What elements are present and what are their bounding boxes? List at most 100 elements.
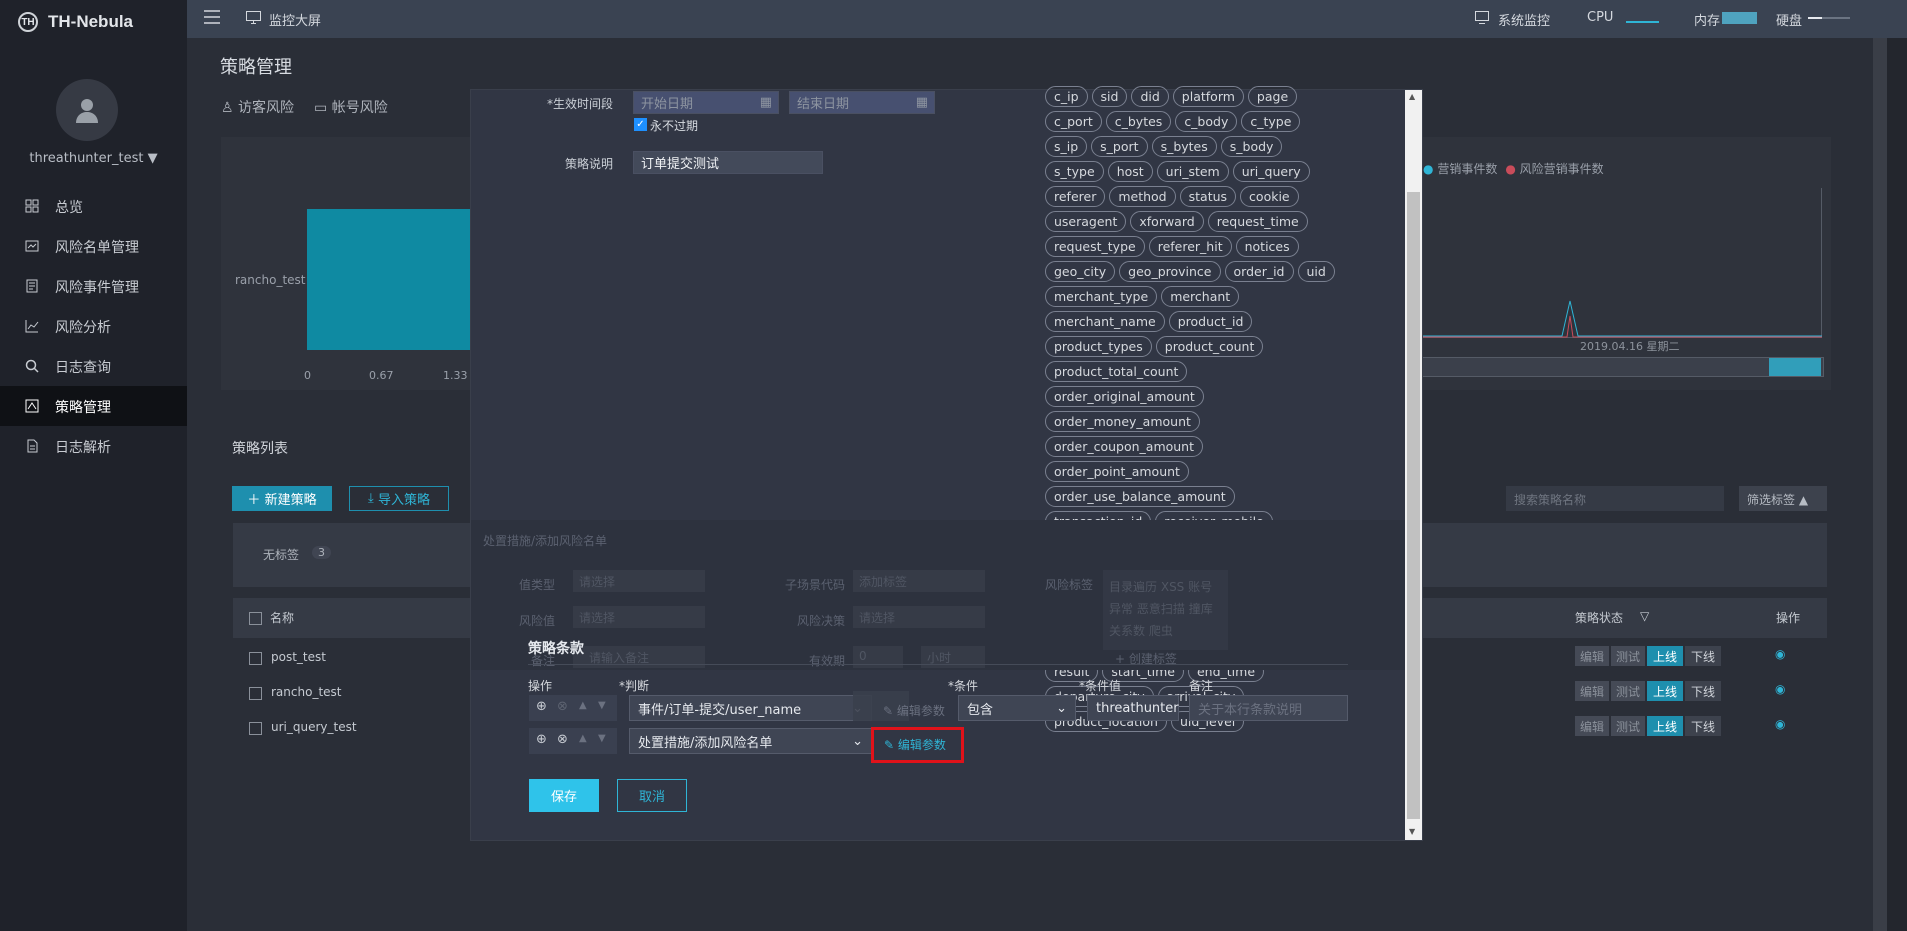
tab-account-risk[interactable]: ▭ 帐号风险 (314, 97, 388, 127)
field-tag[interactable]: s_type (1045, 161, 1104, 182)
tag-chip[interactable]: 关系数 (1109, 624, 1145, 638)
tag-chip[interactable]: 目录遍历 (1109, 580, 1157, 594)
timeline-range-slider[interactable] (1422, 357, 1824, 377)
field-tag[interactable]: status (1179, 186, 1237, 207)
field-tag[interactable]: did (1131, 86, 1169, 107)
field-tag[interactable]: useragent (1045, 211, 1127, 232)
field-tag[interactable]: merchant_type (1045, 286, 1158, 307)
field-tag[interactable]: merchant_name (1045, 311, 1165, 332)
field-tag[interactable]: referer (1045, 186, 1106, 207)
tab-visitor-risk[interactable]: ♙ 访客风险 (221, 97, 294, 127)
field-tag[interactable]: request_type (1045, 236, 1145, 257)
start-date-input[interactable]: 开始日期 ▦ (633, 91, 779, 114)
field-tag[interactable]: platform (1172, 86, 1244, 107)
field-tag[interactable]: uri_query (1232, 161, 1310, 182)
field-tag[interactable]: order_use_balance_amount (1045, 486, 1235, 507)
strategy-name[interactable]: rancho_test (271, 685, 341, 699)
sidebar-item-risk-list[interactable]: 风险名单管理 (0, 226, 187, 266)
offline-button[interactable]: 下线 (1685, 646, 1721, 666)
field-tag[interactable]: merchant (1161, 286, 1240, 307)
description-input[interactable]: 订单提交测试 (633, 151, 823, 174)
eye-icon[interactable]: ◉ (1775, 717, 1785, 731)
scroll-down-icon[interactable]: ▼ (1409, 827, 1415, 836)
field-tag[interactable]: s_bytes (1151, 136, 1217, 157)
filter-tags-button[interactable]: 筛选标签 ▲ (1739, 486, 1827, 511)
tag-chip[interactable]: 撞库 (1189, 602, 1213, 616)
field-tag[interactable]: xforward (1130, 211, 1204, 232)
field-tag[interactable]: geo_province (1119, 261, 1221, 282)
sidebar-item-strategy[interactable]: 策略管理 (0, 386, 187, 426)
never-expire-checkbox[interactable]: ✓ (634, 118, 647, 131)
judge-select[interactable]: 处置措施/添加风险名单 ⌄ (629, 728, 872, 754)
sidebar-item-risk-analysis[interactable]: 风险分析 (0, 306, 187, 346)
move-up-icon[interactable]: ▲ (579, 733, 587, 744)
field-tag[interactable]: s_port (1091, 136, 1148, 157)
field-tag[interactable]: c_ip (1045, 86, 1088, 107)
test-button[interactable]: 测试 (1611, 716, 1645, 736)
end-date-input[interactable]: 结束日期 ▦ (789, 91, 935, 114)
field-tag[interactable]: s_ip (1045, 136, 1088, 157)
row-checkbox[interactable] (249, 722, 262, 735)
field-tag[interactable]: c_port (1045, 111, 1102, 132)
remove-row-icon[interactable]: ⊗ (557, 699, 568, 714)
add-row-icon[interactable]: ⊕ (536, 699, 547, 714)
field-tag[interactable]: host (1107, 161, 1153, 182)
field-tag[interactable]: c_body (1175, 111, 1238, 132)
field-tag[interactable]: product_count (1155, 336, 1264, 357)
tag-chip[interactable]: 恶意扫描 (1137, 602, 1185, 616)
test-button[interactable]: 测试 (1611, 646, 1645, 666)
edit-button[interactable]: 编辑 (1575, 681, 1609, 701)
legend-item[interactable]: ● 营销事件数 (1423, 160, 1497, 177)
eye-icon[interactable]: ◉ (1775, 682, 1785, 696)
tag-chip[interactable]: XSS (1161, 580, 1184, 594)
row-checkbox[interactable] (249, 687, 262, 700)
value-type-select[interactable]: 请选择 (573, 570, 705, 592)
move-up-icon[interactable]: ▲ (579, 700, 587, 711)
condition-select[interactable]: 包含 ⌄ (958, 695, 1076, 721)
field-tag[interactable]: cookie (1240, 186, 1299, 207)
filter-icon[interactable]: ▽ (1640, 609, 1649, 623)
field-tag[interactable]: page (1247, 86, 1298, 107)
field-tag[interactable]: c_type (1241, 111, 1301, 132)
field-tag[interactable]: product_types (1045, 336, 1152, 357)
field-tag[interactable]: order_point_amount (1045, 461, 1189, 482)
sidebar-item-log-query[interactable]: 日志查询 (0, 346, 187, 386)
strategy-name[interactable]: post_test (271, 650, 326, 664)
scroll-thumb[interactable] (1407, 192, 1420, 819)
new-strategy-button[interactable]: ＋ 新建策略 (232, 486, 332, 511)
online-button[interactable]: 上线 (1647, 681, 1683, 701)
tag-chip[interactable]: 爬虫 (1149, 624, 1173, 638)
field-tag[interactable]: notices (1235, 236, 1299, 257)
strategy-search-input[interactable]: 搜索策略名称 (1506, 486, 1724, 511)
hamburger-icon[interactable] (204, 9, 220, 25)
save-button[interactable]: 保存 (529, 779, 599, 812)
field-tag[interactable]: method (1109, 186, 1176, 207)
field-tag[interactable]: uri_stem (1156, 161, 1229, 182)
field-tag[interactable]: order_money_amount (1045, 411, 1200, 432)
sidebar-item-overview[interactable]: 总览 (0, 186, 187, 226)
online-button[interactable]: 上线 (1647, 646, 1683, 666)
row-checkbox[interactable] (249, 652, 262, 665)
sidebar-item-log-parse[interactable]: 日志解析 (0, 426, 187, 466)
scroll-up-icon[interactable]: ▲ (1409, 92, 1415, 101)
field-tag[interactable]: order_coupon_amount (1045, 436, 1204, 457)
app-logo[interactable]: TH TH-Nebula (18, 10, 133, 34)
move-down-icon[interactable]: ▼ (598, 700, 606, 711)
field-tag[interactable]: uid (1297, 261, 1335, 282)
offline-button[interactable]: 下线 (1685, 681, 1721, 701)
page-scrollbar[interactable] (1873, 38, 1907, 931)
field-tag[interactable]: c_bytes (1105, 111, 1172, 132)
field-tag[interactable]: request_time (1207, 211, 1308, 232)
strategy-name[interactable]: uri_query_test (271, 720, 357, 734)
cancel-button[interactable]: 取消 (617, 779, 687, 812)
field-tag[interactable]: sid (1091, 86, 1128, 107)
condition-value-input[interactable]: threathunter (1087, 695, 1179, 721)
avatar[interactable] (56, 79, 118, 141)
user-menu[interactable]: threathunter_test ▼ (0, 151, 187, 166)
field-tag[interactable]: product_id (1168, 311, 1253, 332)
modal-scrollbar[interactable]: ▲ ▼ (1405, 90, 1422, 840)
system-monitor-link[interactable]: 系统监控 (1498, 10, 1550, 29)
edit-params-ghost-link[interactable]: ✎ 编辑参数 (883, 702, 945, 719)
field-tag[interactable]: product_total_count (1045, 361, 1188, 382)
monitor-screen-link[interactable]: 监控大屏 (269, 10, 321, 29)
